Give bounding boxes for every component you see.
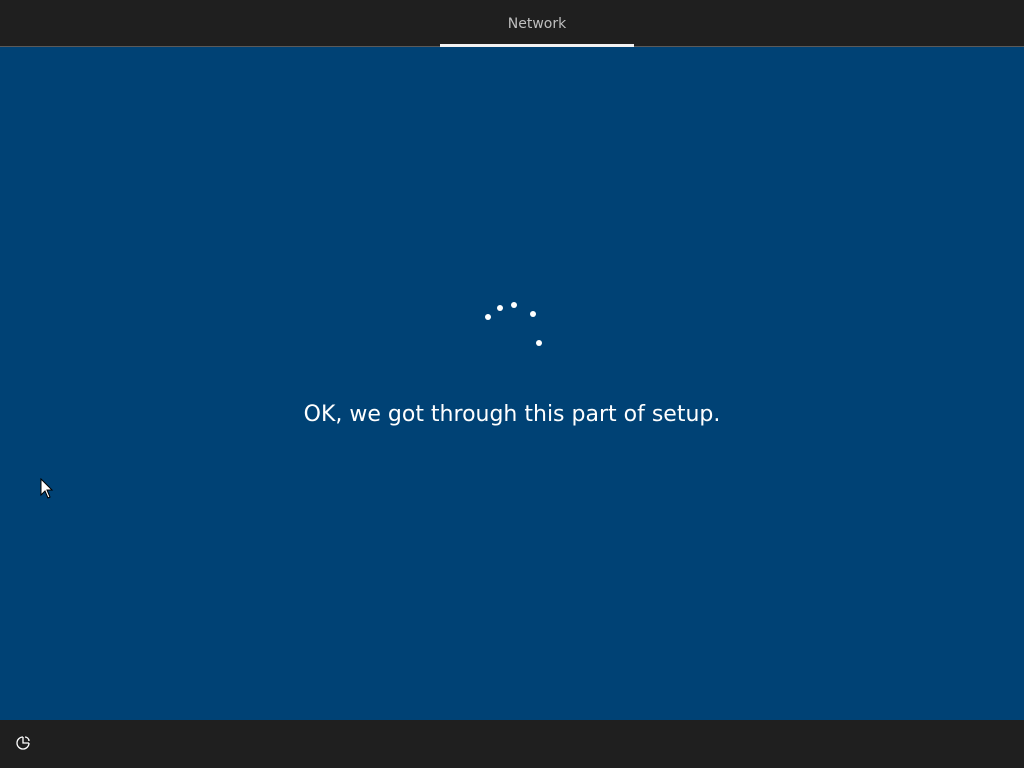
tab-network: Network: [507, 16, 567, 32]
status-message: OK, we got through this part of setup.: [303, 402, 721, 427]
spinner-dot: [536, 340, 542, 346]
spinner-dot: [511, 302, 517, 308]
ease-of-access-button[interactable]: [12, 734, 34, 756]
spinner-dot: [485, 314, 491, 320]
setup-screen: Network OK, we got through this part of …: [0, 0, 1024, 768]
spinner-dot: [530, 311, 536, 317]
ease-of-access-icon: [14, 734, 32, 756]
loading-spinner-icon: [474, 292, 554, 356]
mouse-pointer-icon: [40, 477, 54, 500]
top-bar: Network: [0, 0, 1024, 47]
bottom-bar: [0, 720, 1024, 768]
spinner-dot: [497, 305, 503, 311]
active-tab-indicator: [440, 44, 634, 47]
